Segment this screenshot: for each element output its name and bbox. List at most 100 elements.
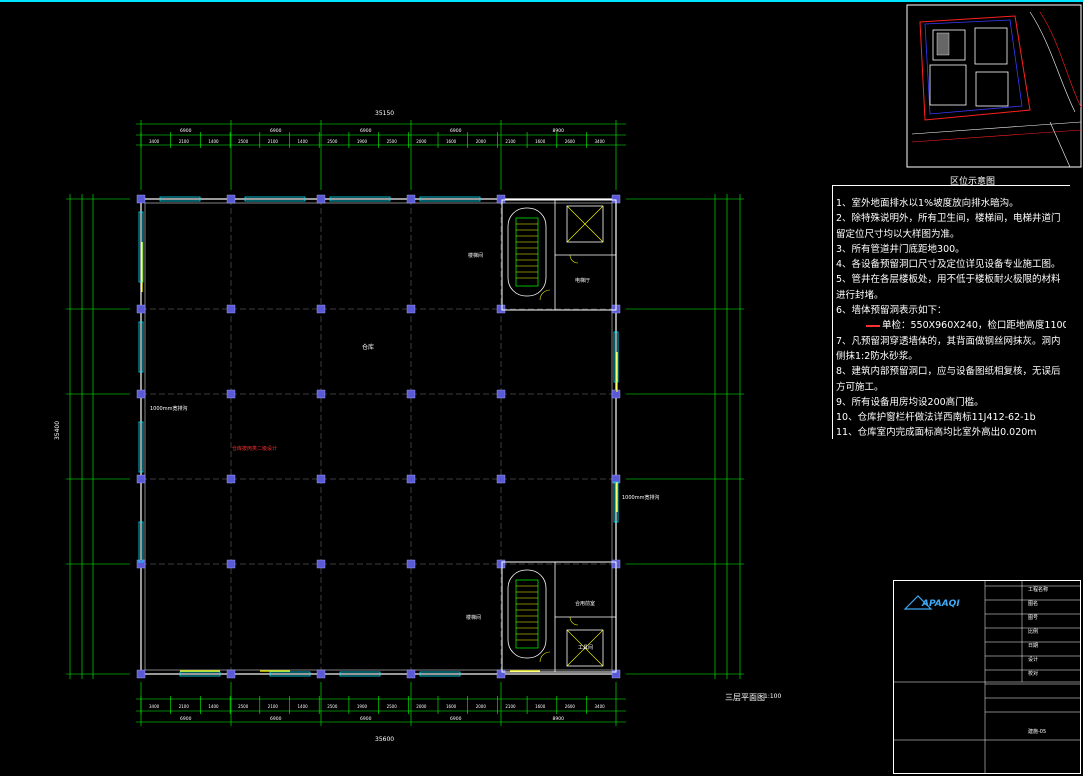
dimension-lines: 3400 3400 2100 2100 1400 1400 2500 2500 2100 2100…: [66, 120, 744, 726]
column: [136, 669, 146, 679]
dim-text-bay: 8900: [553, 716, 565, 722]
dim-text: 2500: [327, 139, 338, 144]
road-edge: [911, 129, 1082, 143]
note-line: 8、建筑内部预留洞口，应与设备图纸相复核，无误后: [836, 366, 1061, 378]
column: [496, 194, 506, 204]
company-logo: APAAQI: [922, 599, 960, 609]
tb-row-label: 比例: [1028, 629, 1039, 635]
column: [496, 669, 506, 679]
note-line: 2、除特殊说明外，所有卫生间，楼梯间，电梯井道门: [836, 213, 1061, 225]
dim-text: 3400: [595, 139, 606, 144]
tb-row-label: 图号: [1028, 615, 1039, 621]
column: [406, 389, 416, 399]
dim-text: 1400: [298, 139, 309, 144]
tb-row-label: 图名: [1028, 601, 1039, 607]
stair-cores: [501, 199, 617, 673]
block: [929, 64, 967, 106]
stair-bottom-label: 楼梯间: [466, 615, 482, 621]
note-line: 3、所有管道井门底距地300。: [836, 243, 965, 255]
plan-scale: 1:100: [764, 693, 782, 700]
block-hatch: [936, 32, 950, 56]
drawing-number: 建施-05: [1028, 729, 1047, 735]
dim-text: 1400: [208, 139, 219, 144]
dim-text: 2500: [387, 139, 398, 144]
column: [136, 474, 146, 484]
block: [975, 71, 1009, 107]
dim-text: 1900: [357, 704, 368, 709]
dim-text-bay: 6900: [180, 128, 192, 134]
key-plan-frame: [906, 4, 1082, 168]
dim-text: 3400: [595, 704, 606, 709]
dim-text: 3400: [149, 704, 160, 709]
column: [136, 304, 146, 314]
note-line: 10、仓库护窗栏杆做法详西南标11J412-62-1b: [836, 412, 1036, 424]
door-swing: [539, 289, 551, 301]
stair-outline: [507, 569, 547, 659]
dim-text-bay: 8900: [553, 128, 565, 134]
dim-text: 2600: [565, 704, 576, 709]
dim-text: 2000: [416, 704, 427, 709]
note-line: 7、凡预留洞穿透墙体的，其背面做钢丝网抹灰。洞内: [836, 335, 1061, 347]
stair-flight: [515, 579, 539, 649]
note-line: 9、所有设备用房均设200高门槛。: [836, 396, 984, 408]
plan-title: 三层平面图: [725, 693, 765, 702]
center-room-label: 仓库: [362, 344, 375, 351]
total-dim-left: 35400: [54, 420, 62, 441]
door-swing: [569, 254, 579, 264]
dim-text: 3400: [149, 139, 160, 144]
column: [406, 669, 416, 679]
dim-text: 1400: [208, 704, 219, 709]
column: [226, 669, 236, 679]
dim-text: 2600: [565, 139, 576, 144]
note-line: 1、室外地面排水以1%坡度放向排水暗沟。: [836, 198, 1019, 209]
road-edge: [1049, 121, 1071, 168]
dim-text-bay: 6900: [270, 716, 282, 722]
column: [316, 474, 326, 484]
column: [496, 389, 506, 399]
note-line: 留定位尺寸均以大样图为准。: [836, 228, 960, 240]
dim-text: 1600: [446, 704, 457, 709]
tb-row-label: 日期: [1028, 643, 1039, 649]
column: [406, 559, 416, 569]
dim-text: 2100: [505, 139, 516, 144]
front-room-label: 合用前室: [575, 601, 596, 607]
dim-text: 2500: [238, 139, 249, 144]
total-dim-bottom: 35600: [375, 736, 395, 743]
note-line: 方可施工。: [836, 381, 884, 393]
column: [226, 304, 236, 314]
general-notes: 1、室外地面排水以1%坡度放向排水暗沟。 2、除特殊说明外，所有卫生间，楼梯间，…: [836, 196, 1066, 441]
door-swing: [539, 651, 551, 663]
column: [226, 389, 236, 399]
outer-wall: [140, 198, 617, 675]
column: [406, 194, 416, 204]
column: [316, 559, 326, 569]
note-line: 5、管井在各层楼板处，用不低于楼板耐火极限的材料: [836, 274, 1061, 286]
tb-row-label: 工程名称: [1028, 587, 1049, 593]
column: [406, 474, 416, 484]
dim-text: 1600: [446, 139, 457, 144]
column: [496, 559, 506, 569]
dim-text: 2100: [179, 139, 190, 144]
key-plan: [906, 4, 1082, 168]
stair-outline: [507, 207, 547, 297]
column: [316, 389, 326, 399]
dim-text: 1600: [535, 704, 546, 709]
cad-viewport[interactable]: 3400 3400 2100 2100 1400 1400 2500 2500 2100 2100…: [0, 0, 1083, 774]
column: [316, 194, 326, 204]
dim-text: 1400: [298, 704, 309, 709]
dim-text: 2100: [179, 704, 190, 709]
note-line: 单检：550X960X240，检口距地高度1100mm。: [836, 318, 1066, 333]
grid-lines: [140, 198, 617, 675]
dim-text: 1900: [357, 139, 368, 144]
dim-text-bay: 6900: [360, 128, 372, 134]
dim-text-bay: 6900: [270, 128, 282, 134]
dim-text: 2100: [505, 704, 516, 709]
tb-row-label: 设计: [1028, 657, 1039, 663]
dim-text: 2100: [268, 704, 279, 709]
dim-text: 2000: [416, 139, 427, 144]
column: [611, 389, 621, 399]
stair-top-label: 楼梯间: [468, 253, 484, 259]
column: [316, 669, 326, 679]
column: [406, 304, 416, 314]
walls: [140, 198, 617, 675]
